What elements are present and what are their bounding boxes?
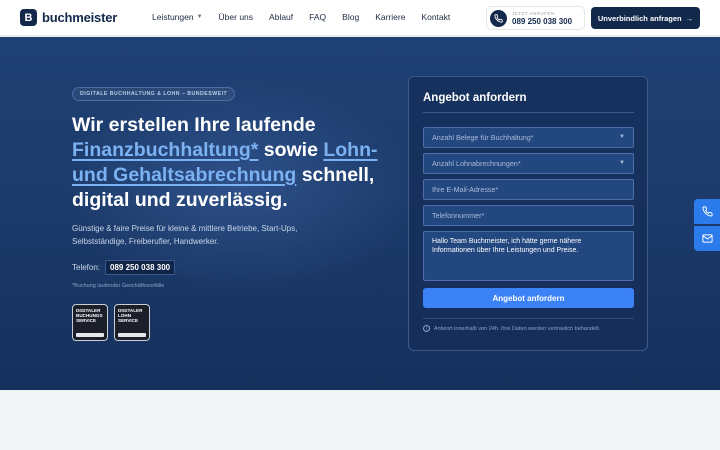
side-mail-button[interactable]: [694, 226, 720, 251]
request-quote-button[interactable]: Unverbindlich anfragen →: [591, 7, 700, 29]
arrow-right-icon: →: [685, 13, 694, 23]
hero-badge: DIGITALE BUCHHALTUNG & LOHN – BUNDESWEIT: [72, 87, 236, 101]
hero-footnote: *Buchung laufender Geschäftsvorfälle: [72, 283, 165, 289]
mail-icon: [701, 234, 713, 243]
chevron-down-icon: ▼: [619, 160, 625, 166]
headline-part-2: sowie: [258, 139, 324, 161]
logo-mark: B: [20, 9, 37, 26]
nav-item-ueber-uns[interactable]: Über uns: [219, 12, 254, 22]
nav-item-leistungen[interactable]: Leistungen ▼: [152, 12, 203, 22]
hero-subtext: Günstige & faire Preise für kleine & mit…: [72, 224, 298, 246]
message-textarea[interactable]: Hallo Team Buchmeister, ich hätte gerne …: [423, 231, 634, 281]
logo-text: buchmeister: [42, 10, 118, 25]
phone-caption: JETZT ANRUFEN: [512, 10, 555, 16]
tel-label: Telefon:: [72, 263, 101, 272]
lohn-select[interactable]: Anzahl Lohnabrechnungen* ▼: [423, 153, 634, 174]
nav-item-ablauf[interactable]: Ablauf: [269, 12, 293, 22]
divider: [423, 318, 634, 319]
nav-item-kontakt[interactable]: Kontakt: [421, 12, 450, 22]
lohn-select-value: Anzahl Lohnabrechnungen*: [432, 159, 521, 168]
seal-text: DIGITALER BUCHUNGS SERVICE: [76, 308, 103, 323]
phone-icon: [701, 206, 713, 217]
phone-icon: [490, 9, 507, 27]
phone-number: 089 250 038 300: [512, 16, 573, 26]
form-title: Angebot anfordern: [423, 92, 527, 104]
site-header: B buchmeister Leistungen ▼ Über uns Abla…: [0, 0, 720, 36]
side-phone-button[interactable]: [694, 199, 720, 224]
hero-phone-row: Telefon: 089 250 038 300: [72, 260, 176, 275]
seal-footer: [76, 333, 104, 337]
chevron-down-icon: ▼: [196, 14, 203, 20]
belege-select-value: Anzahl Belege für Buchhaltung*: [432, 133, 534, 142]
phone-field[interactable]: Telefonnummer*: [423, 205, 634, 226]
headline-part-1: Wir erstellen Ihre laufende: [72, 114, 316, 136]
seal-buchungsservice: DIGITALER BUCHUNGS SERVICE: [72, 304, 108, 341]
chevron-down-icon: ▼: [619, 134, 625, 140]
form-hint: i Antwort innerhalb von 24h. Ihre Daten …: [423, 325, 600, 332]
phone-placeholder: Telefonnummer*: [432, 211, 485, 220]
tel-number-link[interactable]: 089 250 038 300: [105, 260, 176, 275]
submit-button[interactable]: Angebot anfordern: [423, 288, 634, 308]
header-phone-link[interactable]: JETZT ANRUFEN 089 250 038 300: [486, 6, 585, 30]
hint-text: Antwort innerhalb von 24h. Ihre Daten we…: [434, 325, 601, 332]
hero-section: DIGITALE BUCHHALTUNG & LOHN – BUNDESWEIT…: [0, 37, 720, 390]
phone-texts: JETZT ANRUFEN 089 250 038 300: [512, 11, 572, 26]
nav-label: Leistungen: [152, 12, 194, 22]
cta-label: Unverbindlich anfragen: [597, 13, 682, 23]
seal-text: DIGITALER LOHN SERVICE: [118, 308, 143, 323]
nav-item-karriere[interactable]: Karriere: [375, 12, 405, 22]
seal-lohnservice: DIGITALER LOHN SERVICE: [114, 304, 150, 341]
main-nav: Leistungen ▼ Über uns Ablauf FAQ Blog Ka…: [152, 12, 466, 22]
belege-select[interactable]: Anzahl Belege für Buchhaltung* ▼: [423, 127, 634, 148]
hero-headline: Wir erstellen Ihre laufende Finanzbuchha…: [72, 113, 402, 213]
info-icon: i: [423, 325, 430, 332]
nav-item-faq[interactable]: FAQ: [309, 12, 326, 22]
link-finanzbuchhaltung[interactable]: Finanzbuchhaltung*: [72, 139, 258, 161]
quote-form: Angebot anfordern Anzahl Belege für Buch…: [408, 76, 648, 351]
divider: [423, 112, 634, 113]
email-placeholder: Ihre E-Mail-Adresse*: [432, 185, 499, 194]
seal-footer: [118, 333, 146, 337]
nav-item-blog[interactable]: Blog: [342, 12, 359, 22]
logo[interactable]: B buchmeister: [20, 9, 117, 26]
email-field[interactable]: Ihre E-Mail-Adresse*: [423, 179, 634, 200]
